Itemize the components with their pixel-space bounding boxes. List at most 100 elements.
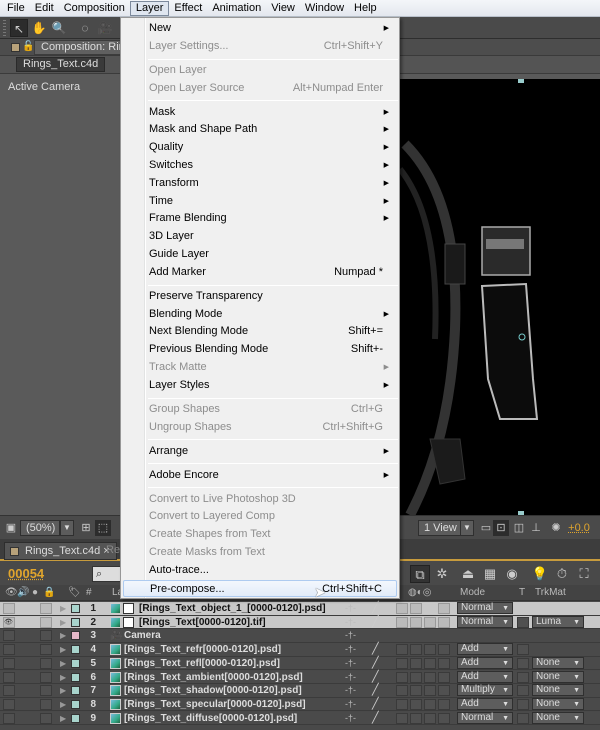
layer-switch-box[interactable] <box>410 603 422 614</box>
layer-row[interactable]: ▶ 9 [Rings_Text_diffuse[0000-0120].psd] -†-… <box>0 711 600 726</box>
layer-switch-box[interactable] <box>438 603 450 614</box>
toolbar-grip[interactable] <box>3 20 6 36</box>
quality-switch-icon[interactable]: ╱ <box>372 712 379 725</box>
menu-item-time[interactable]: Time ▶ <box>123 193 397 211</box>
expand-triangle-icon[interactable]: ▶ <box>60 616 66 629</box>
menu-item-frame-blending[interactable]: Frame Blending ▶ <box>123 210 397 228</box>
lock-toggle[interactable] <box>40 603 52 614</box>
layer-switch-box[interactable] <box>424 657 436 669</box>
layer-search-input[interactable]: ⌕ <box>92 566 122 582</box>
layer-row[interactable]: ▶ 3 🎥 Camera -†- <box>0 629 600 643</box>
layer-name[interactable]: Camera <box>124 629 161 642</box>
menu-item-ungroup-shapes[interactable]: Ungroup Shapes Ctrl+Shift+G <box>123 419 397 437</box>
layer-switch-box[interactable] <box>396 657 408 669</box>
expand-triangle-icon[interactable]: ▶ <box>60 629 66 642</box>
rotate-tool-icon[interactable]: ◌ <box>76 19 94 37</box>
layer-name[interactable]: [Rings_Text[0000-0120].tif] <box>139 616 266 629</box>
menu-item-arrange[interactable]: Arrange ▶ <box>123 443 397 461</box>
shy-switch-icon[interactable]: -†- <box>345 698 356 711</box>
menu-help[interactable]: Help <box>349 1 382 16</box>
exposure-value[interactable]: +0.0 <box>564 520 594 536</box>
menu-item-create-masks-from-text[interactable]: Create Masks from Text <box>123 544 397 562</box>
menu-effect[interactable]: Effect <box>169 1 207 16</box>
fast-previews-icon[interactable]: ⊡ <box>493 520 509 536</box>
expand-triangle-icon[interactable]: ▶ <box>60 657 66 670</box>
preserve-transparency-toggle[interactable] <box>517 644 529 656</box>
mask-visibility-icon[interactable]: ⬚ <box>95 520 111 536</box>
layer-switch-box[interactable] <box>410 657 422 669</box>
lock-toggle[interactable] <box>40 644 52 656</box>
preserve-transparency-toggle[interactable] <box>517 657 529 669</box>
exposure-reset-icon[interactable]: ✺ <box>548 520 564 536</box>
quality-switch-icon[interactable]: ╱ <box>372 698 379 711</box>
blending-mode-dropdown[interactable]: Add <box>457 643 513 656</box>
toggle-pixel-aspect-icon[interactable]: ▭ <box>478 520 494 536</box>
layer-switch-box[interactable] <box>438 644 450 656</box>
camera-tool-icon[interactable]: 🎥 <box>96 19 114 37</box>
blending-mode-dropdown[interactable]: Add <box>457 656 513 669</box>
layer-name[interactable]: [Rings_Text_ambient[0000-0120].psd] <box>124 671 303 684</box>
layer-row[interactable]: ▶ 1 [Rings_Text_object_1_[0000-0120].psd] -… <box>0 602 600 616</box>
video-toggle[interactable] <box>3 698 15 710</box>
label-color-swatch[interactable] <box>71 604 80 613</box>
menu-item-pre-compose[interactable]: Pre-compose... Ctrl+Shift+C <box>123 579 397 598</box>
flowchart-icon[interactable]: ⊥ <box>528 520 544 536</box>
menu-item-quality[interactable]: Quality ▶ <box>123 139 397 157</box>
graph-editor-icon[interactable]: ⛶ <box>574 565 594 583</box>
layer-name[interactable]: [Rings_Text_refl[0000-0120].psd] <box>124 657 280 670</box>
layer-name[interactable]: [Rings_Text_specular[0000-0120].psd] <box>124 698 306 711</box>
menu-item-auto-trace[interactable]: Auto-trace... <box>123 562 397 580</box>
layer-switch-box[interactable] <box>410 644 422 656</box>
menu-item-layer-styles[interactable]: Layer Styles ▶ <box>123 377 397 395</box>
shy-switch-icon[interactable]: -†- <box>345 657 356 670</box>
layer-switch-box[interactable] <box>396 603 408 614</box>
lock-toggle[interactable] <box>40 657 52 669</box>
menu-item-3d-layer[interactable]: 3D Layer <box>123 228 397 246</box>
expand-triangle-icon[interactable]: ▶ <box>60 602 66 615</box>
preserve-transparency-toggle[interactable] <box>517 698 529 710</box>
track-matte-dropdown[interactable]: None <box>532 684 584 697</box>
quality-switch-icon[interactable]: ╱ <box>372 657 379 670</box>
layer-row[interactable]: ▶ 6 [Rings_Text_ambient[0000-0120].psd] -†-… <box>0 670 600 684</box>
anchor-handle-top[interactable] <box>518 79 524 83</box>
blending-mode-dropdown[interactable]: Multiply <box>457 684 513 697</box>
lock-column-icon[interactable]: 🔒 <box>43 586 55 600</box>
label-color-swatch[interactable] <box>71 672 80 682</box>
layer-switch-box[interactable] <box>438 671 450 683</box>
quality-switch-icon[interactable]: ╱ <box>372 643 379 656</box>
layer-switch-box[interactable] <box>410 712 422 724</box>
layer-switch-box[interactable] <box>410 685 422 697</box>
layer-name[interactable]: [Rings_Text_diffuse[0000-0120].psd] <box>124 712 297 725</box>
menu-composition[interactable]: Composition <box>59 1 130 16</box>
track-matte-dropdown[interactable]: None <box>532 697 584 710</box>
shy-switch-icon[interactable]: -†- <box>345 643 356 656</box>
brainstorm-icon[interactable]: 💡 <box>530 565 550 583</box>
current-time-display[interactable]: 00054 <box>8 566 44 581</box>
layer-switch-box[interactable] <box>410 671 422 683</box>
layer-switch-box[interactable] <box>424 712 436 724</box>
magnification-arrow[interactable]: ▼ <box>60 520 74 536</box>
menu-animation[interactable]: Animation <box>207 1 266 16</box>
blending-mode-dropdown[interactable]: Add <box>457 697 513 710</box>
shy-switch-icon[interactable]: -†- <box>345 616 356 629</box>
menu-item-next-blending-mode[interactable]: Next Blending Mode Shift+= <box>123 323 397 341</box>
menu-item-track-matte[interactable]: Track Matte ▶ <box>123 359 397 377</box>
label-color-swatch[interactable] <box>71 631 80 641</box>
quality-switch-icon[interactable]: ╱ <box>372 684 379 697</box>
preserve-transparency-toggle[interactable] <box>517 616 529 628</box>
quality-switch-icon[interactable]: ╱ <box>372 616 379 629</box>
frame-blending-icon[interactable]: ▦ <box>480 565 500 583</box>
layer-switch-box[interactable] <box>410 616 422 628</box>
menu-item-adobe-encore[interactable]: Adobe Encore ▶ <box>123 467 397 485</box>
layer-switch-box[interactable] <box>438 657 450 669</box>
hide-shy-layers-icon[interactable]: ⏏ <box>458 565 478 583</box>
magnification-dropdown[interactable]: (50%) <box>20 520 60 536</box>
layer-switch-box[interactable] <box>424 698 436 710</box>
video-toggle[interactable] <box>3 671 15 683</box>
layer-name[interactable]: [Rings_Text_object_1_[0000-0120].psd] <box>139 602 326 615</box>
blending-mode-dropdown[interactable]: Normal <box>457 602 513 614</box>
menu-item-convert-to-layered-comp[interactable]: Convert to Layered Comp <box>123 508 397 526</box>
blending-mode-dropdown[interactable]: Normal <box>457 615 513 628</box>
layer-switch-box[interactable] <box>396 644 408 656</box>
layer-name[interactable]: [Rings_Text_refr[0000-0120].psd] <box>124 643 281 656</box>
